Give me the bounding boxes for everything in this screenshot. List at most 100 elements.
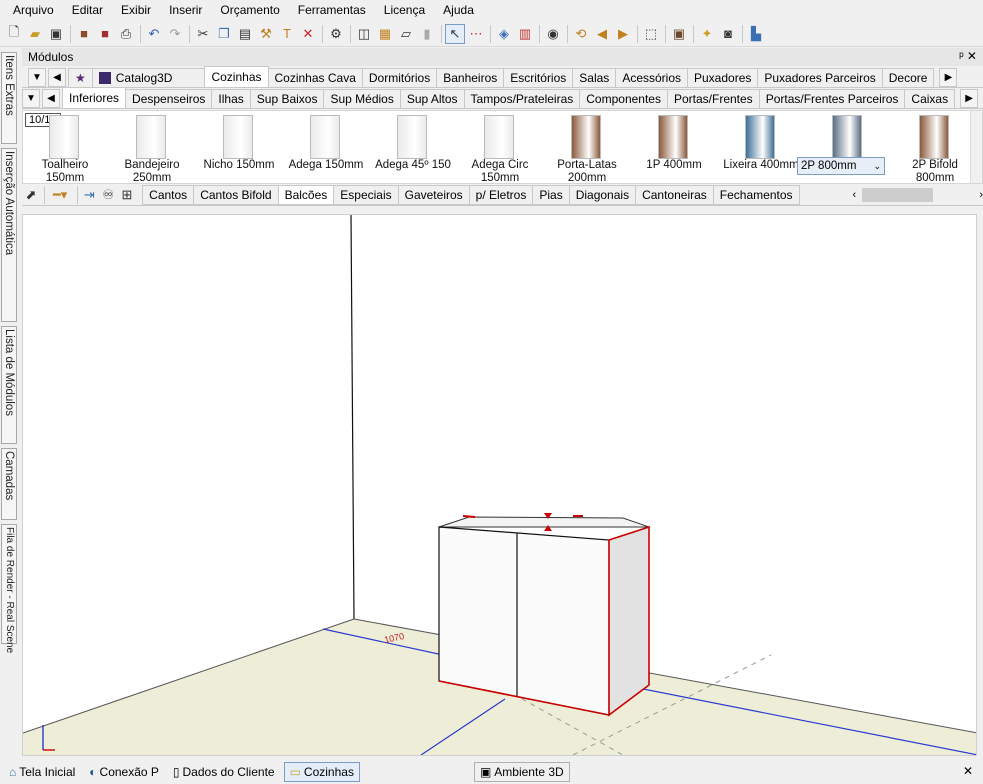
- tab-cozinhas-status[interactable]: ▭ Cozinhas: [283, 762, 360, 782]
- measure-icon[interactable]: ⋯: [466, 24, 486, 44]
- shape-icon[interactable]: ▱: [396, 24, 416, 44]
- layers-icon[interactable]: ◈: [494, 24, 514, 44]
- view-eye-icon[interactable]: ◉: [543, 24, 563, 44]
- menu-exibir[interactable]: Exibir: [112, 3, 160, 17]
- import-icon[interactable]: ⇥: [80, 185, 98, 205]
- binoculars-icon[interactable]: ♾: [99, 185, 117, 205]
- tab-portas-frentes-parceiros[interactable]: Portas/Frentes Parceiros: [758, 89, 906, 108]
- dropdown-2p-800mm[interactable]: 2P 800mm ⌄: [797, 157, 885, 175]
- module-thumbnail[interactable]: Nicho 150mm: [197, 111, 281, 183]
- hammer-icon[interactable]: ⚒: [256, 24, 276, 44]
- menu-editar[interactable]: Editar: [63, 3, 112, 17]
- cabinet-top[interactable]: [438, 516, 650, 528]
- view-3d-icon[interactable]: ⬚: [641, 24, 661, 44]
- tab-catalog3d[interactable]: Catalog3D: [91, 68, 206, 87]
- module-thumbnail[interactable]: Adega 150mm: [284, 111, 368, 183]
- chevron-down-icon[interactable]: ▼: [28, 68, 46, 87]
- redo-icon[interactable]: ↷: [165, 24, 185, 44]
- layout-icon[interactable]: ▙: [746, 24, 766, 44]
- box-icon[interactable]: ▣: [669, 24, 689, 44]
- category-cantoneiras[interactable]: Cantoneiras: [635, 184, 714, 205]
- delete-icon[interactable]: ✕: [298, 24, 318, 44]
- tab-dormitorios[interactable]: Dormitórios: [361, 68, 438, 87]
- category-balcoes[interactable]: Balcões: [277, 184, 335, 205]
- save-icon[interactable]: ▣: [46, 24, 66, 44]
- open-folder-icon[interactable]: ▰: [25, 24, 45, 44]
- render-icon[interactable]: ■: [95, 24, 115, 44]
- tab-puxadores[interactable]: Puxadores: [687, 68, 759, 87]
- close-icon[interactable]: ✕: [963, 764, 973, 778]
- menu-ajuda[interactable]: Ajuda: [434, 3, 483, 17]
- module-thumbnail[interactable]: 1P 400mm: [632, 111, 716, 183]
- arrow-right-icon[interactable]: ▶: [613, 24, 633, 44]
- rotate-icon[interactable]: ⟲: [571, 24, 591, 44]
- scroll-left-icon[interactable]: ◀: [42, 89, 60, 108]
- tab-cozinhas-cava[interactable]: Cozinhas Cava: [267, 68, 363, 87]
- tab-cozinhas[interactable]: Cozinhas: [204, 66, 269, 87]
- cabinet-side[interactable]: [608, 525, 650, 717]
- print-icon[interactable]: ⎙: [116, 24, 136, 44]
- scroll-right-icon[interactable]: ›: [979, 189, 983, 201]
- menu-inserir[interactable]: Inserir: [160, 3, 211, 17]
- tab-conexao-p[interactable]: ◐ Conexão P: [84, 762, 164, 782]
- tab-dados-cliente[interactable]: ▯ Dados do Cliente: [168, 762, 280, 782]
- light-icon[interactable]: ✦: [697, 24, 717, 44]
- thumbnail-scrollbar[interactable]: [970, 111, 982, 183]
- tab-salas[interactable]: Salas: [572, 68, 617, 87]
- stairs-icon[interactable]: ⬈: [22, 185, 40, 205]
- tab-ambiente-3d[interactable]: ▣ Ambiente 3D: [473, 762, 570, 782]
- tab-caixas[interactable]: Caixas: [904, 89, 956, 108]
- module-thumbnail[interactable]: Toalheiro 150mm: [23, 111, 107, 183]
- tab-banheiros[interactable]: Banheiros: [436, 68, 505, 87]
- lock-icon[interactable]: ⊞: [118, 185, 136, 205]
- camera-icon[interactable]: ◙: [718, 24, 738, 44]
- project-icon[interactable]: ■: [74, 24, 94, 44]
- module-thumbnail[interactable]: Bandejeiro 250mm: [110, 111, 194, 183]
- paint-icon[interactable]: T: [277, 24, 297, 44]
- selection-handle[interactable]: [462, 515, 476, 518]
- scroll-left-icon[interactable]: ◀: [48, 68, 66, 87]
- tab-despenseiros[interactable]: Despenseiros: [125, 89, 213, 108]
- tab-tampos-prateleiras[interactable]: Tampos/Prateleiras: [463, 89, 581, 108]
- side-tab-itens-extras[interactable]: Itens Extras: [1, 52, 17, 144]
- module-thumbnail[interactable]: Lixeira 400mm: [719, 111, 803, 183]
- cut-icon[interactable]: ✂: [193, 24, 213, 44]
- module-thumbnail[interactable]: 2P Bifold 800mm: [893, 111, 977, 183]
- category-cantos-bifold[interactable]: Cantos Bifold: [193, 184, 279, 205]
- category-p-eletros[interactable]: p/ Eletros: [468, 184, 534, 205]
- paste-icon[interactable]: ▤: [235, 24, 255, 44]
- side-tab-fila-render[interactable]: Fila de Render - Real Scene: [1, 524, 17, 653]
- category-diagonais[interactable]: Diagonais: [568, 184, 637, 205]
- tab-portas-frentes[interactable]: Portas/Frentes: [666, 89, 760, 108]
- menu-ferramentas[interactable]: Ferramentas: [289, 3, 375, 17]
- tab-decore[interactable]: Decore: [881, 68, 935, 87]
- category-especiais[interactable]: Especiais: [333, 184, 399, 205]
- tab-sup-medios[interactable]: Sup Médios: [323, 89, 401, 108]
- arrow-left-icon[interactable]: ◀: [592, 24, 612, 44]
- tab-sup-baixos[interactable]: Sup Baixos: [249, 89, 325, 108]
- group-icon[interactable]: ▦: [375, 24, 395, 44]
- favorites-tab[interactable]: ★: [68, 68, 93, 87]
- tab-componentes[interactable]: Componentes: [579, 89, 668, 108]
- dimension-icon[interactable]: ▥: [515, 24, 535, 44]
- category-cantos[interactable]: Cantos: [142, 184, 195, 205]
- new-file-icon[interactable]: 🗋: [4, 24, 24, 44]
- scroll-right-icon[interactable]: ▶: [939, 68, 958, 87]
- panel-icon[interactable]: ▮: [417, 24, 437, 44]
- tab-ilhas[interactable]: Ilhas: [211, 89, 251, 108]
- category-pias[interactable]: Pias: [532, 184, 570, 205]
- module-thumbnail[interactable]: Adega 45º 150: [371, 111, 455, 183]
- scroll-left-icon[interactable]: ‹: [853, 189, 857, 201]
- panel-pin-close-button[interactable]: ᵖ ✕: [959, 49, 977, 63]
- tab-acessorios[interactable]: Acessórios: [615, 68, 688, 87]
- select-pointer-icon[interactable]: ↖: [445, 23, 465, 44]
- side-tab-camadas[interactable]: Camadas: [1, 448, 17, 520]
- menu-arquivo[interactable]: Arquivo: [4, 3, 63, 17]
- scroll-right-icon[interactable]: ▶: [960, 89, 979, 108]
- menu-orcamento[interactable]: Orçamento: [211, 3, 288, 17]
- undo-icon[interactable]: ↶: [144, 24, 164, 44]
- module-thumbnail[interactable]: Adega Circ 150mm: [458, 111, 542, 183]
- line-style-icon[interactable]: ━▾: [48, 185, 73, 205]
- tab-sup-altos[interactable]: Sup Altos: [399, 89, 465, 108]
- viewport-3d[interactable]: 1070: [22, 214, 977, 756]
